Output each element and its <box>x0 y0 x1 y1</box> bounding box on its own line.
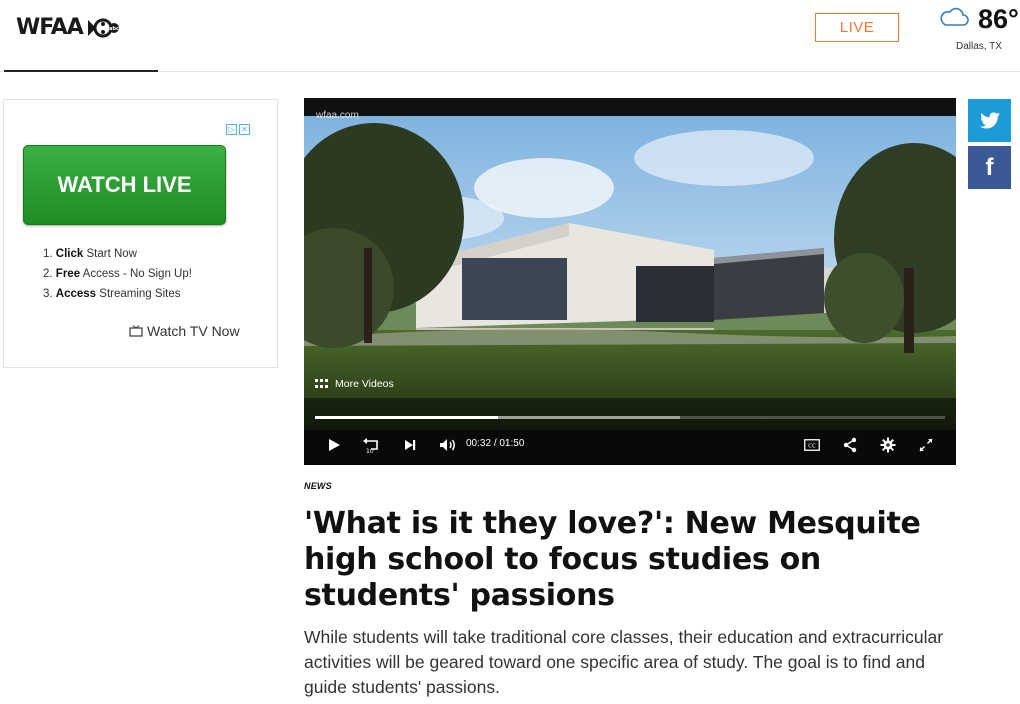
svg-text:10: 10 <box>366 448 374 454</box>
weather-location: Dallas, TX <box>956 41 1002 52</box>
watch-tv-now-link[interactable]: Watch TV Now <box>129 323 240 339</box>
cloud-icon <box>940 7 969 26</box>
twitter-bird-icon <box>979 111 1000 128</box>
ad-close-icon[interactable]: ✕ <box>239 124 250 135</box>
time-separator: / <box>493 438 497 449</box>
svg-text:abc: abc <box>109 26 119 32</box>
next-button[interactable] <box>398 430 422 460</box>
gear-icon <box>880 437 896 453</box>
ad-step: 3. Access Streaming Sites <box>43 288 181 300</box>
live-button[interactable]: LIVE <box>815 13 899 42</box>
article-summary: While students will take traditional cor… <box>304 627 944 697</box>
video-player[interactable]: wfaa.com More Videos 10 00:32 / 01:50 CC <box>304 98 956 465</box>
video-watermark: wfaa.com <box>316 110 359 121</box>
captions-button[interactable]: CC <box>800 430 824 460</box>
facebook-icon: f <box>985 153 994 181</box>
watch-tv-now-label: Watch TV Now <box>147 323 240 339</box>
channel-8-abc-icon: abc <box>87 18 119 37</box>
play-button[interactable] <box>322 430 346 460</box>
advertisement: ▷ ✕ WATCH LIVE 1. Click Start Now 2. Fre… <box>3 99 278 368</box>
video-controls: 10 00:32 / 01:50 CC <box>304 430 956 460</box>
ad-step: 1. Click Start Now <box>43 248 137 260</box>
video-progress-bar[interactable] <box>315 416 945 419</box>
share-icon <box>843 437 857 453</box>
duration: 01:50 <box>499 438 525 449</box>
skip-next-icon <box>405 440 416 450</box>
logo-text: WFAA <box>16 15 84 40</box>
more-videos-label: More Videos <box>335 378 394 390</box>
svg-text:CC: CC <box>808 444 816 450</box>
ad-choices-icon[interactable]: ▷ <box>226 124 237 135</box>
site-header: WFAA abc LIVE 86° Dallas, TX <box>0 0 1020 72</box>
volume-button[interactable] <box>436 430 460 460</box>
rewind-10-icon: 10 <box>363 438 378 454</box>
grid-icon <box>315 378 328 388</box>
weather-temperature: 86° <box>978 4 1019 34</box>
ad-choices[interactable]: ▷ ✕ <box>226 124 250 135</box>
twitter-share-button[interactable] <box>968 99 1011 142</box>
video-time-display: 00:32 / 01:50 <box>466 438 524 449</box>
fullscreen-icon <box>919 438 933 452</box>
watch-live-button[interactable]: WATCH LIVE <box>23 145 226 225</box>
play-icon <box>329 439 340 451</box>
article-headline: 'What is it they love?': New Mesquite hi… <box>304 506 921 613</box>
tv-icon <box>129 325 143 337</box>
more-videos-button[interactable]: More Videos <box>315 378 394 390</box>
article-category[interactable]: NEWS <box>304 481 332 491</box>
video-played-fill <box>315 416 498 419</box>
rewind-10-button[interactable]: 10 <box>358 430 386 460</box>
ad-steps-list: 1. Click Start Now 2. Free Access - No S… <box>43 248 192 308</box>
ad-step: 2. Free Access - No Sign Up! <box>43 268 192 280</box>
closed-captions-icon: CC <box>804 439 820 451</box>
facebook-share-button[interactable]: f <box>968 146 1011 189</box>
active-nav-underline <box>4 70 158 72</box>
settings-button[interactable] <box>876 430 900 460</box>
share-button[interactable] <box>838 430 862 460</box>
wfaa-logo[interactable]: WFAA abc <box>16 15 120 40</box>
weather-widget[interactable]: 86° Dallas, TX <box>938 4 1019 56</box>
current-time: 00:32 <box>466 438 492 449</box>
fullscreen-button[interactable] <box>914 430 938 460</box>
volume-icon <box>440 439 455 451</box>
video-frame-school-rendering <box>304 98 956 465</box>
